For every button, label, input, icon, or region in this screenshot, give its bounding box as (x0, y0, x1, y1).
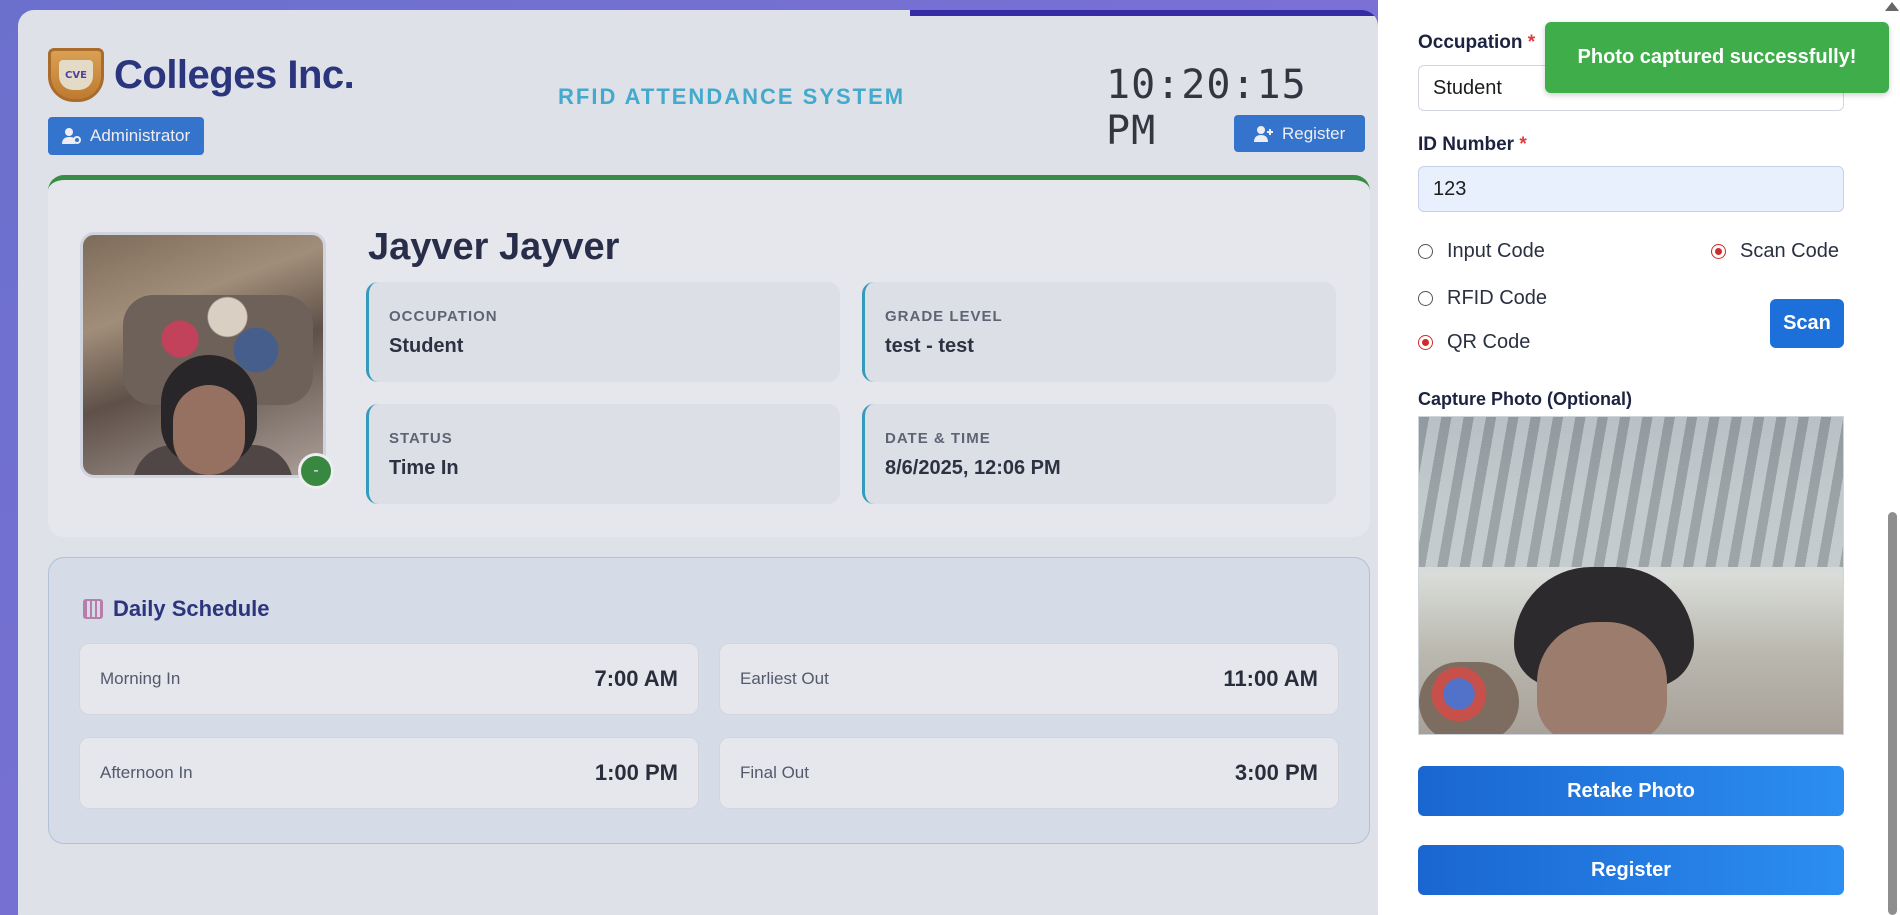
schedule-label: Earliest Out (740, 669, 829, 688)
id-number-field-label: ID Number * (1418, 134, 1527, 155)
radio-label: Scan Code (1740, 240, 1839, 262)
shield-logo-icon: CVE (48, 48, 104, 102)
register-button-header[interactable]: Register (1234, 115, 1366, 152)
radio-button[interactable] (1418, 291, 1433, 306)
schedule-value: 7:00 AM (594, 666, 678, 691)
schedule-value: 3:00 PM (1234, 760, 1318, 785)
radio-label: Input Code (1447, 240, 1545, 262)
person-name: Jayver Jayver (368, 226, 620, 268)
panel-scrollbar[interactable] (1888, 512, 1897, 915)
scan-button[interactable]: Scan (1770, 299, 1844, 348)
system-title: RFID ATTENDANCE SYSTEM (558, 84, 906, 109)
status-indicator: - (298, 453, 334, 489)
schedule-label: Afternoon In (100, 763, 193, 782)
radio-button[interactable] (1418, 335, 1433, 350)
header: CVE Colleges Inc. RFID ATTENDANCE SYSTEM… (18, 10, 1378, 175)
id-number-input[interactable]: 123 (1418, 166, 1844, 212)
retake-photo-button[interactable]: Retake Photo (1418, 766, 1844, 816)
info-status: STATUS Time In (366, 404, 840, 504)
radio-scan-code[interactable]: Scan Code (1711, 240, 1839, 263)
administrator-label: Administrator (90, 126, 191, 145)
schedule-item-morning-in: Morning In 7:00 AM (79, 643, 699, 715)
toast-message: Photo captured successfully! (1577, 46, 1857, 68)
info-value: Time In (389, 457, 459, 479)
schedule-label: Morning In (100, 669, 181, 688)
scroll-up-arrow-icon[interactable] (1885, 2, 1899, 11)
schedule-value: 1:00 PM (594, 760, 678, 785)
info-label: OCCUPATION (389, 308, 498, 325)
profile-photo (80, 232, 326, 478)
user-settings-icon (62, 128, 81, 144)
schedule-item-final-out: Final Out 3:00 PM (719, 737, 1339, 809)
register-label-header: Register (1282, 123, 1346, 143)
schedule-value: 11:00 AM (1223, 666, 1318, 691)
radio-rfid-code[interactable]: RFID Code (1418, 287, 1547, 310)
capture-photo-label: Capture Photo (Optional) (1418, 389, 1632, 409)
administrator-button[interactable]: Administrator (48, 117, 205, 155)
success-toast: Photo captured successfully! (1545, 22, 1889, 93)
schedule-label: Final Out (740, 763, 809, 782)
camera-preview (1418, 416, 1844, 735)
info-grade-level: GRADE LEVEL test - test (862, 282, 1336, 382)
schedule-header: Daily Schedule (83, 596, 270, 622)
register-panel: Occupation * Student ID Number * 123 Inp… (1378, 0, 1900, 915)
profile-card: - Jayver Jayver OCCUPATION Student GRADE… (48, 175, 1370, 537)
info-value: Student (389, 335, 464, 357)
brand-logo: CVE Colleges Inc. (48, 48, 355, 102)
calendar-icon (83, 599, 103, 619)
info-value: test - test (885, 335, 974, 357)
schedule-item-earliest-out: Earliest Out 11:00 AM (719, 643, 1339, 715)
logo-text: CVE (59, 60, 93, 90)
schedule-title: Daily Schedule (113, 596, 270, 621)
info-label: GRADE LEVEL (885, 308, 1003, 325)
info-label: STATUS (389, 430, 453, 447)
schedule-item-afternoon-in: Afternoon In 1:00 PM (79, 737, 699, 809)
radio-qr-code[interactable]: QR Code (1418, 331, 1530, 354)
occupation-value: Student (1433, 76, 1502, 99)
info-date-time: DATE & TIME 8/6/2025, 12:06 PM (862, 404, 1336, 504)
id-number-value: 123 (1433, 177, 1467, 200)
add-user-icon (1254, 125, 1273, 142)
brand-name: Colleges Inc. (114, 52, 355, 97)
radio-button[interactable] (1418, 244, 1433, 259)
radio-label: RFID Code (1447, 287, 1548, 309)
info-value: 8/6/2025, 12:06 PM (885, 457, 1061, 479)
register-submit-button[interactable]: Register (1418, 845, 1844, 895)
daily-schedule-card: Daily Schedule Morning In 7:00 AM Earlie… (48, 557, 1370, 844)
radio-label: QR Code (1447, 331, 1531, 353)
info-occupation: OCCUPATION Student (366, 282, 840, 382)
radio-input-code[interactable]: Input Code (1418, 240, 1545, 263)
radio-button[interactable] (1711, 244, 1726, 259)
attendance-dashboard: CVE Colleges Inc. RFID ATTENDANCE SYSTEM… (18, 10, 1378, 915)
info-label: DATE & TIME (885, 430, 991, 447)
occupation-field-label: Occupation * (1418, 32, 1536, 53)
